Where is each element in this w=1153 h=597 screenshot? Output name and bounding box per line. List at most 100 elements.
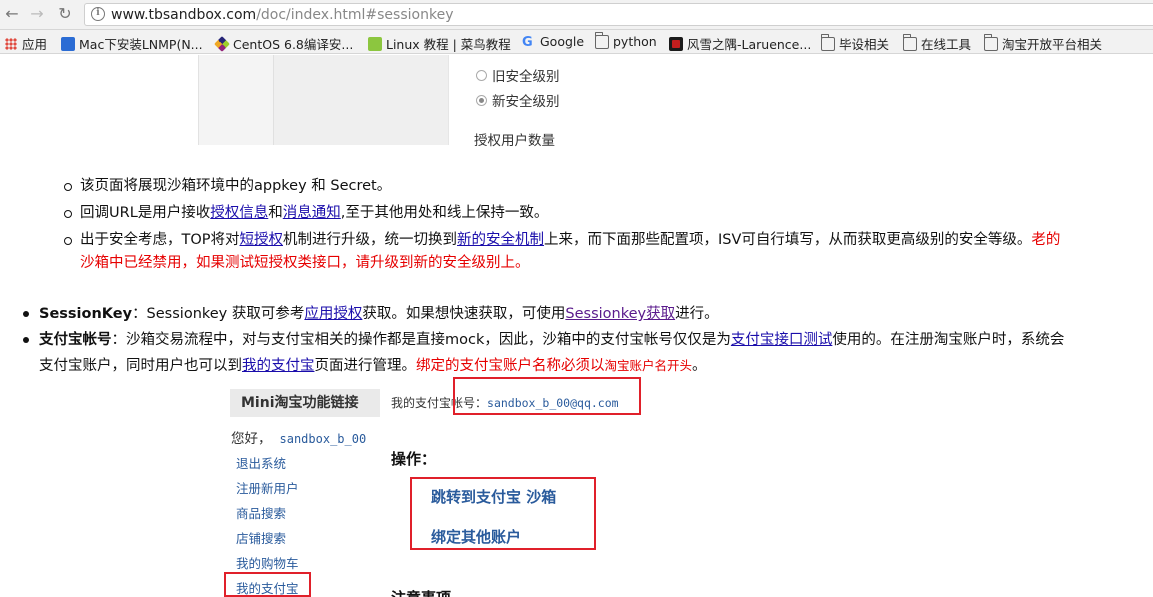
bookmark-label: 风雪之隅-Laruence... bbox=[687, 37, 812, 52]
page-content: 旧安全级别 新安全级别 授权用户数量 该页面将展现沙箱环境中的appkey 和 … bbox=[0, 55, 1153, 597]
item-text: 。 bbox=[692, 358, 707, 374]
radio-new-security[interactable]: 新安全级别 bbox=[476, 90, 560, 110]
list-item: 该页面将展现沙箱环境中的appkey 和 Secret。 bbox=[60, 173, 1153, 200]
highlight-box-account bbox=[453, 377, 641, 415]
sessionkey-label: SessionKey bbox=[39, 306, 133, 322]
bookmark-label: Linux 教程 | 菜鸟教程 bbox=[386, 37, 511, 52]
radio-icon[interactable] bbox=[476, 69, 487, 81]
bookmark-tools[interactable]: 在线工具 bbox=[902, 33, 972, 53]
greeting-text: 您好， bbox=[231, 431, 272, 447]
username-link[interactable]: sandbox_b_00 bbox=[280, 432, 367, 446]
note-text: 和 bbox=[268, 205, 283, 221]
operations-heading: 操作： bbox=[391, 450, 437, 468]
url-text[interactable]: www.tbsandbox.com/doc/index.html#session… bbox=[111, 7, 453, 23]
list-item: 出于安全考虑，TOP将对短授权机制进行升级，统一切换到新的安全机制上来，而下面那… bbox=[60, 227, 1153, 275]
item-text: 使用的。在注册淘宝账户时，系统会 bbox=[832, 332, 1065, 348]
bookmarks-bar: 应用 Mac下安装LNMP(N... CentOS 6.8编译安... Linu… bbox=[0, 30, 1153, 54]
link-app-auth[interactable]: 应用授权 bbox=[304, 306, 362, 322]
link-my-alipay[interactable]: 我的支付宝 bbox=[242, 358, 315, 374]
greeting: 您好， sandbox_b_00 bbox=[231, 427, 366, 447]
info-icon[interactable]: i bbox=[91, 7, 105, 21]
url-host: www.tbsandbox.com bbox=[111, 7, 257, 23]
bookmark-laruence[interactable]: 风雪之隅-Laruence... bbox=[669, 34, 811, 53]
folder-icon bbox=[983, 33, 998, 51]
bookmark-lnmp[interactable]: Mac下安装LNMP(N... bbox=[61, 34, 203, 53]
folder-icon bbox=[902, 33, 917, 51]
back-arrow-icon[interactable]: ← bbox=[2, 4, 22, 24]
list-item-sessionkey: SessionKey：Sessionkey 获取可参考应用授权获取。如果想快速获… bbox=[20, 301, 1153, 327]
notes-heading-cut: 注意事项 bbox=[391, 587, 451, 597]
browser-toolbar: ← → ↻ i www.tbsandbox.com/doc/index.html… bbox=[0, 0, 1153, 30]
link-shop-search[interactable]: 店铺搜索 bbox=[236, 528, 286, 547]
bookmark-label: Mac下安装LNMP(N... bbox=[79, 37, 203, 52]
link-sessionkey-get[interactable]: Sessionkey获取 bbox=[565, 306, 675, 322]
bookmark-label: 毕设相关 bbox=[839, 37, 890, 52]
item-text: 页面进行管理。 bbox=[314, 358, 417, 374]
note-text: 机制进行升级，统一切换到 bbox=[283, 232, 458, 248]
google-icon: G bbox=[522, 34, 533, 50]
list-item-alipay: 支付宝帐号：沙箱交易流程中，对与支付宝相关的操作都是直接mock，因此，沙箱中的… bbox=[20, 327, 1153, 379]
runoob-icon bbox=[368, 36, 382, 51]
reload-icon[interactable]: ↻ bbox=[55, 4, 75, 24]
bookmark-centos[interactable]: CentOS 6.8编译安... bbox=[214, 34, 354, 53]
bookmark-label: 淘宝开放平台相关 bbox=[1002, 37, 1103, 52]
item-text: ：沙箱交易流程中，对与支付宝相关的操作都是直接mock，因此，沙箱中的支付宝帐号… bbox=[111, 332, 731, 348]
bookmark-biye[interactable]: 毕设相关 bbox=[820, 33, 890, 53]
security-panel: 旧安全级别 新安全级别 授权用户数量 bbox=[448, 55, 1148, 149]
main-list: SessionKey：Sessionkey 获取可参考应用授权获取。如果想快速获… bbox=[20, 301, 1153, 379]
link-cart[interactable]: 我的购物车 bbox=[236, 553, 299, 572]
security-panel-column bbox=[273, 55, 449, 145]
link-short-auth[interactable]: 短授权 bbox=[240, 232, 284, 248]
warning-text-small: 淘宝账户名开头 bbox=[604, 358, 693, 373]
link-register[interactable]: 注册新用户 bbox=[236, 478, 299, 497]
bookmark-taobao-open[interactable]: 淘宝开放平台相关 bbox=[983, 33, 1103, 53]
mini-taobao-title: Mini淘宝功能链接 bbox=[230, 389, 380, 417]
address-bar[interactable]: i www.tbsandbox.com/doc/index.html#sessi… bbox=[84, 3, 1153, 26]
bookmark-label: 应用 bbox=[22, 37, 48, 52]
link-alipay-test[interactable]: 支付宝接口测试 bbox=[731, 332, 833, 348]
bookmark-label: python bbox=[613, 34, 657, 49]
bookmark-runoob[interactable]: Linux 教程 | 菜鸟教程 bbox=[368, 34, 511, 53]
highlight-box-side bbox=[224, 572, 311, 597]
radio-label: 新安全级别 bbox=[492, 94, 560, 110]
folder-icon bbox=[820, 33, 835, 51]
bookmark-label: 在线工具 bbox=[921, 37, 972, 52]
notes-list: 该页面将展现沙箱环境中的appkey 和 Secret。 回调URL是用户接收授… bbox=[60, 173, 1153, 275]
link-auth-info[interactable]: 授权信息 bbox=[210, 205, 268, 221]
bookmark-python[interactable]: python bbox=[594, 31, 657, 49]
link-goto-alipay-sandbox[interactable]: 跳转到支付宝 沙箱 bbox=[431, 486, 556, 507]
forward-arrow-icon[interactable]: → bbox=[27, 4, 47, 24]
warning-text: 绑定的支付宝账户名称必须以 bbox=[416, 358, 605, 374]
radio-label: 旧安全级别 bbox=[492, 69, 560, 85]
bookmark-label: Google bbox=[540, 34, 585, 49]
centos-icon bbox=[214, 35, 230, 52]
bookmark-apps[interactable]: 应用 bbox=[4, 34, 47, 53]
item-text: 获取。如果想快速获取，可使用 bbox=[362, 306, 566, 322]
link-item-search[interactable]: 商品搜索 bbox=[236, 503, 286, 522]
link-bind-other-account[interactable]: 绑定其他账户 bbox=[431, 526, 521, 547]
item-text: ：Sessionkey 获取可参考 bbox=[132, 306, 305, 322]
bookmark-label: CentOS 6.8编译安... bbox=[233, 37, 354, 52]
site-icon bbox=[61, 36, 75, 51]
apps-icon bbox=[4, 36, 18, 51]
link-message-notify[interactable]: 消息通知 bbox=[283, 205, 341, 221]
radio-selected-icon[interactable] bbox=[476, 94, 487, 106]
bookmark-google[interactable]: G Google bbox=[522, 34, 585, 50]
note-text: 回调URL是用户接收 bbox=[80, 205, 211, 221]
auth-users-label: 授权用户数量 bbox=[474, 133, 555, 149]
list-item: 回调URL是用户接收授权信息和消息通知,至于其他用处和线上保持一致。 bbox=[60, 200, 1153, 227]
note-text: 出于安全考虑，TOP将对 bbox=[80, 232, 240, 248]
laruence-icon bbox=[669, 36, 683, 51]
folder-icon bbox=[594, 31, 609, 49]
security-panel-sidebar bbox=[198, 55, 449, 145]
note-text: 该页面将展现沙箱环境中的appkey 和 Secret。 bbox=[80, 178, 392, 194]
note-text: ,至于其他用处和线上保持一致。 bbox=[340, 205, 549, 221]
link-new-security[interactable]: 新的安全机制 bbox=[457, 232, 544, 248]
alipay-label: 支付宝帐号 bbox=[39, 332, 112, 348]
link-logout[interactable]: 退出系统 bbox=[236, 453, 286, 472]
warning-text: 沙箱中已经禁用，如果测试短授权类接口，请升级到新的安全级别上。 bbox=[80, 255, 530, 271]
url-path: /doc/index.html#sessionkey bbox=[256, 7, 454, 23]
item-text: 支付宝账户，同时用户也可以到 bbox=[39, 358, 242, 374]
radio-old-security[interactable]: 旧安全级别 bbox=[476, 65, 560, 85]
note-text: 上来，而下面那些配置项，ISV可自行填写，从而获取更高级别的安全等级。 bbox=[544, 232, 1032, 248]
